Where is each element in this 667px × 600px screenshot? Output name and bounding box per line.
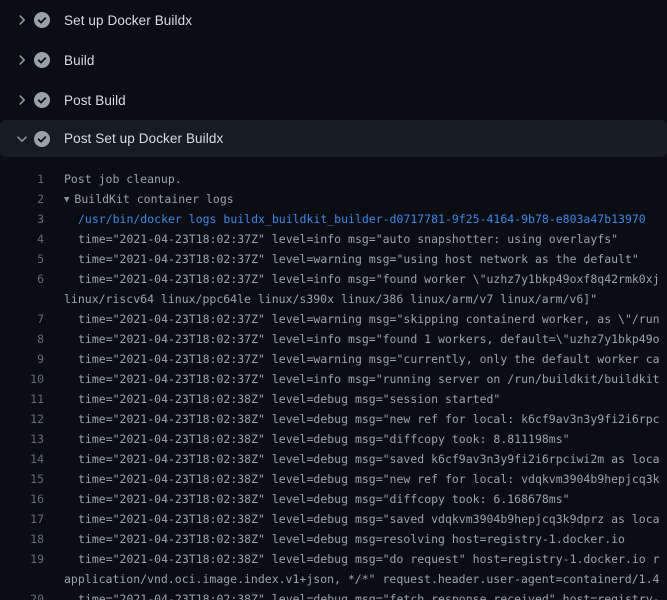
log-line: 14 time="2021-04-23T18:02:38Z" level=deb… [0, 449, 667, 469]
line-number[interactable]: 13 [0, 429, 44, 449]
log-text: application/vnd.oci.image.index.v1+json,… [44, 569, 659, 589]
log-text: time="2021-04-23T18:02:38Z" level=debug … [44, 389, 500, 409]
line-number[interactable]: 14 [0, 449, 44, 469]
log-text: time="2021-04-23T18:02:38Z" level=debug … [44, 489, 570, 509]
log-line: 5 time="2021-04-23T18:02:37Z" level=warn… [0, 249, 667, 269]
log-group-title: BuildKit container logs [74, 192, 233, 206]
log-line: 4 time="2021-04-23T18:02:37Z" level=info… [0, 229, 667, 249]
line-number[interactable]: 18 [0, 529, 44, 549]
step-row-post-setup-docker-buildx[interactable]: Post Set up Docker Buildx [0, 120, 667, 157]
line-number[interactable]: 9 [0, 349, 44, 369]
log-line: 16 time="2021-04-23T18:02:38Z" level=deb… [0, 489, 667, 509]
log-text: time="2021-04-23T18:02:37Z" level=info m… [44, 229, 618, 249]
line-number[interactable]: 11 [0, 389, 44, 409]
log-text: time="2021-04-23T18:02:38Z" level=debug … [44, 469, 660, 489]
log-text: time="2021-04-23T18:02:38Z" level=debug … [44, 549, 660, 569]
log-group-toggle[interactable]: ▼ BuildKit container logs [44, 189, 234, 210]
step-label: Post Set up Docker Buildx [64, 131, 223, 146]
chevron-down-icon[interactable] [14, 131, 34, 147]
log-text: time="2021-04-23T18:02:38Z" level=debug … [44, 409, 660, 429]
line-number[interactable]: 12 [0, 409, 44, 429]
log-line: 6 time="2021-04-23T18:02:37Z" level=info… [0, 269, 667, 289]
line-number[interactable]: 8 [0, 329, 44, 349]
step-label: Set up Docker Buildx [64, 13, 192, 28]
log-line-wrap: application/vnd.oci.image.index.v1+json,… [0, 569, 667, 589]
log-text: Post job cleanup. [44, 169, 182, 189]
step-row-setup-docker-buildx[interactable]: Set up Docker Buildx [0, 0, 667, 40]
line-number[interactable]: 16 [0, 489, 44, 509]
log-text: time="2021-04-23T18:02:38Z" level=debug … [44, 529, 625, 549]
log-line: 15 time="2021-04-23T18:02:38Z" level=deb… [0, 469, 667, 489]
log-text: time="2021-04-23T18:02:37Z" level=info m… [44, 269, 660, 289]
log-line: 12 time="2021-04-23T18:02:38Z" level=deb… [0, 409, 667, 429]
check-circle-icon [34, 12, 50, 28]
log-text: time="2021-04-23T18:02:38Z" level=debug … [44, 429, 570, 449]
line-number[interactable]: 15 [0, 469, 44, 489]
check-circle-icon [34, 52, 50, 68]
actions-log-viewer: { "steps": [ { "label": "Set up Docker B… [0, 0, 667, 600]
log-line: 10 time="2021-04-23T18:02:37Z" level=inf… [0, 369, 667, 389]
line-number[interactable]: 2 [0, 189, 44, 209]
line-number[interactable]: 20 [0, 589, 44, 600]
check-circle-icon [34, 92, 50, 108]
step-row-build[interactable]: Build [0, 40, 667, 80]
step-label: Post Build [64, 93, 126, 108]
collapse-triangle-icon[interactable]: ▼ [64, 195, 69, 205]
log-text: time="2021-04-23T18:02:37Z" level=warnin… [44, 349, 660, 369]
log-line: 13 time="2021-04-23T18:02:38Z" level=deb… [0, 429, 667, 449]
line-number[interactable]: 5 [0, 249, 44, 269]
log-text: time="2021-04-23T18:02:38Z" level=debug … [44, 509, 660, 529]
log-text: time="2021-04-23T18:02:37Z" level=info m… [44, 329, 660, 349]
line-number[interactable]: 17 [0, 509, 44, 529]
log-output: 1 Post job cleanup. 2 ▼ BuildKit containe… [0, 157, 667, 600]
chevron-right-icon[interactable] [14, 52, 34, 68]
log-text: time="2021-04-23T18:02:37Z" level=warnin… [44, 249, 639, 269]
line-number[interactable]: 6 [0, 269, 44, 289]
step-list: Set up Docker Buildx Build Post Build Po… [0, 0, 667, 157]
log-line: 11 time="2021-04-23T18:02:38Z" level=deb… [0, 389, 667, 409]
log-line: 9 time="2021-04-23T18:02:37Z" level=warn… [0, 349, 667, 369]
log-line: 8 time="2021-04-23T18:02:37Z" level=info… [0, 329, 667, 349]
log-line: 1 Post job cleanup. [0, 169, 667, 189]
line-number[interactable]: 10 [0, 369, 44, 389]
log-line-group-header: 2 ▼ BuildKit container logs [0, 189, 667, 209]
log-line: 18 time="2021-04-23T18:02:38Z" level=deb… [0, 529, 667, 549]
line-number[interactable]: 4 [0, 229, 44, 249]
log-line-command: 3 /usr/bin/docker logs buildx_buildkit_b… [0, 209, 667, 229]
line-number[interactable]: 7 [0, 309, 44, 329]
log-line: 7 time="2021-04-23T18:02:37Z" level=warn… [0, 309, 667, 329]
log-line-wrap: linux/riscv64 linux/ppc64le linux/s390x … [0, 289, 667, 309]
line-number[interactable]: 3 [0, 209, 44, 229]
chevron-right-icon[interactable] [14, 12, 34, 28]
check-circle-icon [34, 131, 50, 147]
chevron-right-icon[interactable] [14, 92, 34, 108]
log-text: time="2021-04-23T18:02:38Z" level=debug … [44, 589, 660, 600]
log-text: linux/riscv64 linux/ppc64le linux/s390x … [44, 289, 597, 309]
step-label: Build [64, 53, 95, 68]
log-line: 20 time="2021-04-23T18:02:38Z" level=deb… [0, 589, 667, 600]
log-text: time="2021-04-23T18:02:37Z" level=warnin… [44, 309, 660, 329]
line-number[interactable]: 1 [0, 169, 44, 189]
step-row-post-build[interactable]: Post Build [0, 80, 667, 120]
log-text: time="2021-04-23T18:02:38Z" level=debug … [44, 449, 660, 469]
log-line: 17 time="2021-04-23T18:02:38Z" level=deb… [0, 509, 667, 529]
log-command-text: /usr/bin/docker logs buildx_buildkit_bui… [44, 209, 646, 229]
line-number[interactable]: 19 [0, 549, 44, 569]
log-text: time="2021-04-23T18:02:37Z" level=info m… [44, 369, 660, 389]
log-line: 19 time="2021-04-23T18:02:38Z" level=deb… [0, 549, 667, 569]
